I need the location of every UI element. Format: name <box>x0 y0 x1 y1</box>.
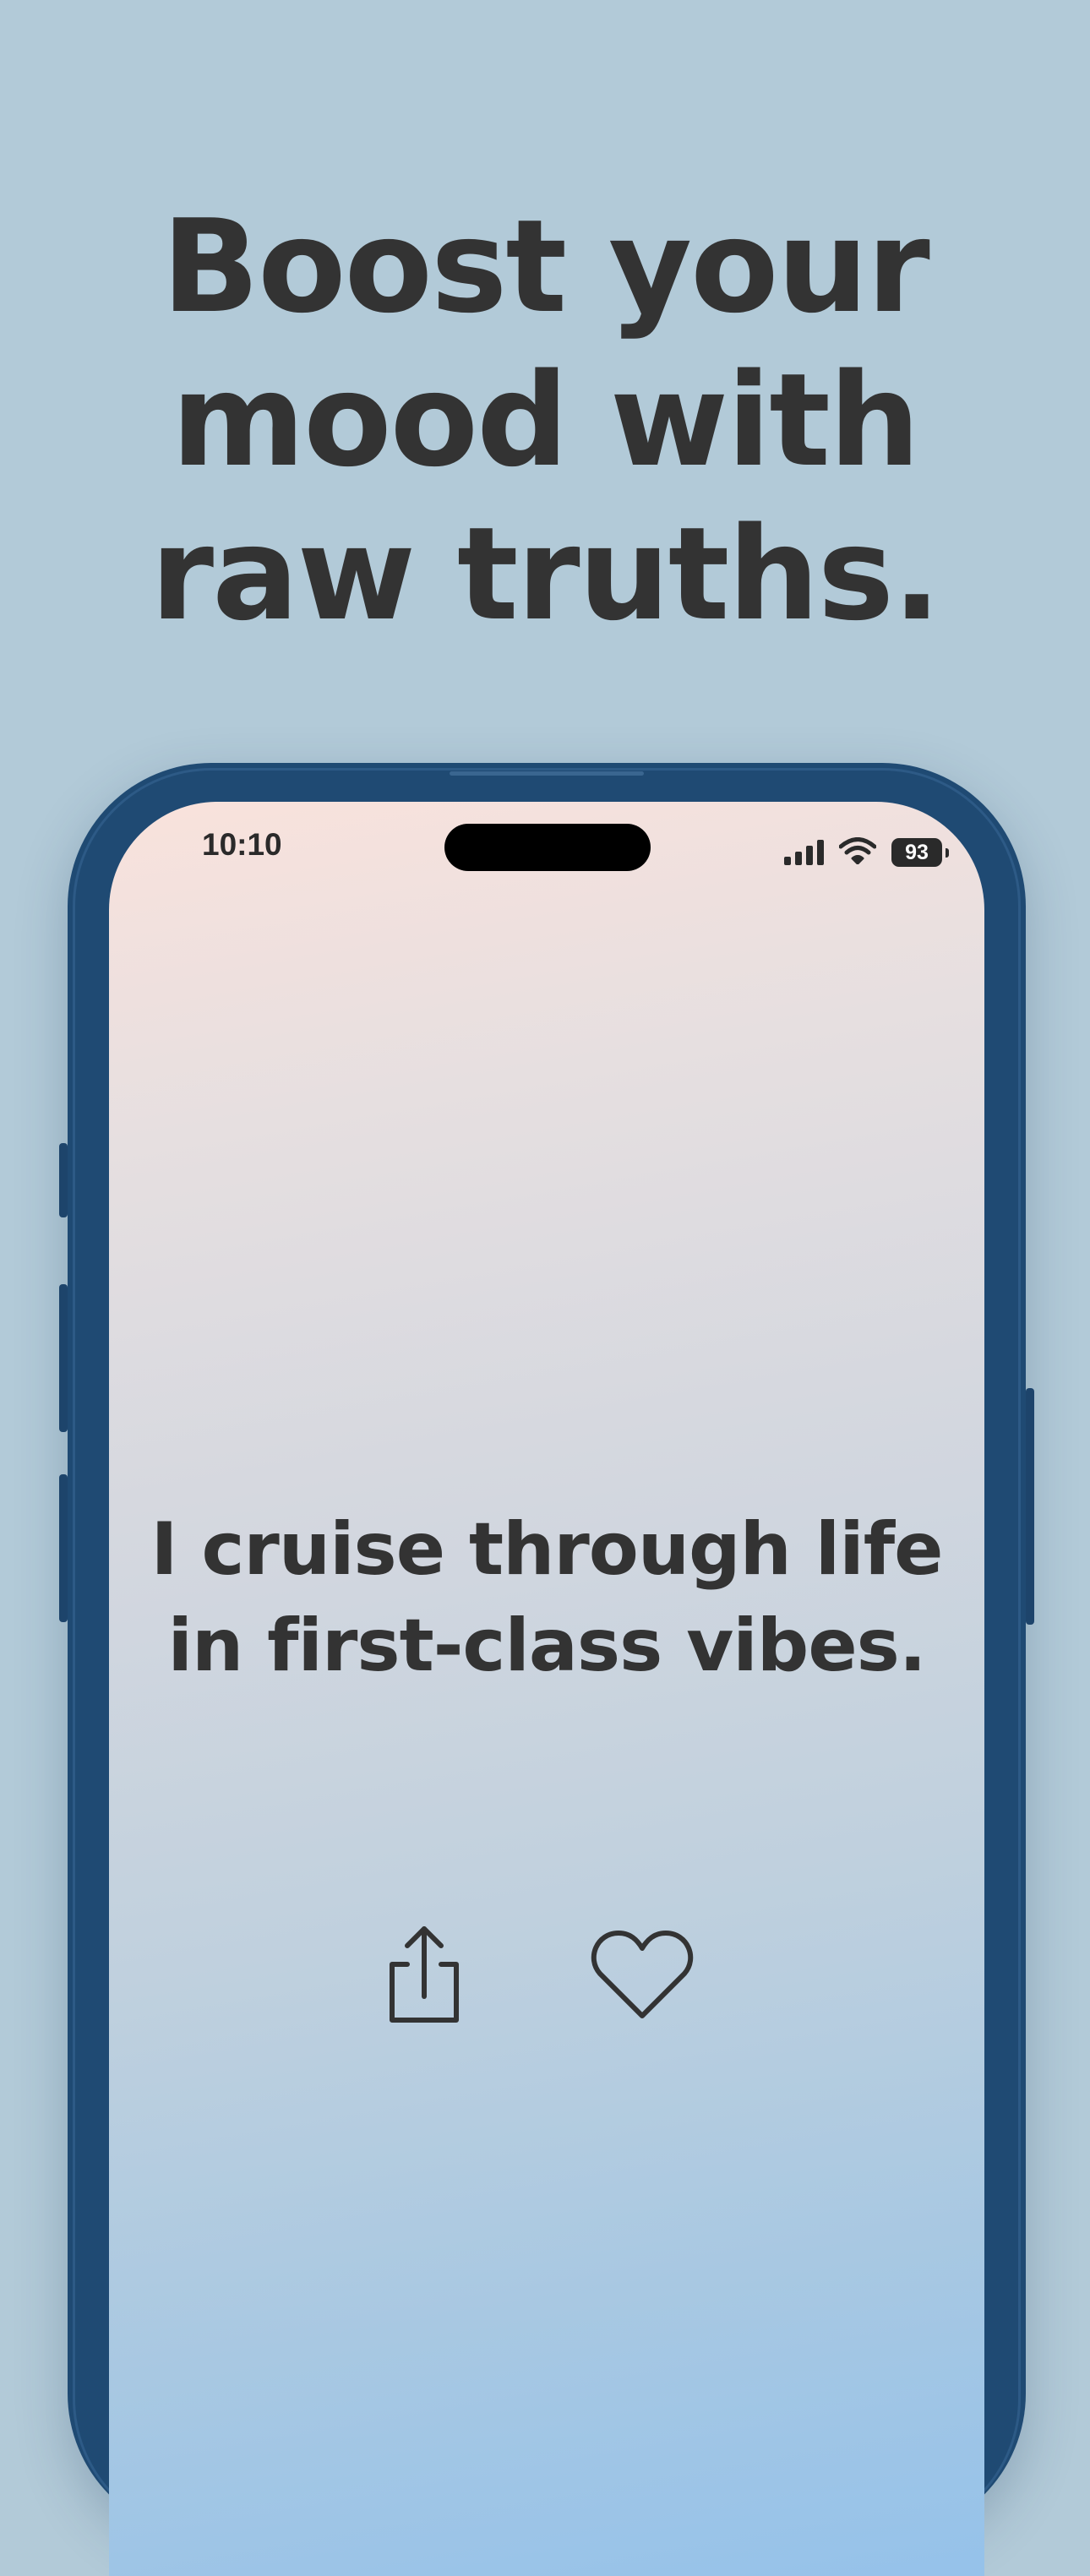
earpiece-speaker <box>450 771 644 776</box>
heart-icon <box>590 1928 695 2024</box>
volume-up-button <box>59 1284 68 1432</box>
phone-frame: 10:10 93 I cruise through life in first-… <box>59 763 1034 2576</box>
status-icons: 93 <box>784 837 949 868</box>
battery-icon: 93 <box>891 838 949 867</box>
headline-line-3: raw truths. <box>150 499 941 649</box>
headline-line-2: mood with <box>171 346 920 495</box>
cellular-signal-icon <box>784 840 824 865</box>
share-button[interactable] <box>369 1921 479 2031</box>
dynamic-island <box>444 824 651 871</box>
headline-line-1: Boost your <box>161 192 929 341</box>
volume-down-button <box>59 1474 68 1622</box>
quote-line-2: in first-class vibes. <box>167 1604 926 1688</box>
wifi-icon <box>838 837 877 868</box>
power-button <box>1026 1388 1034 1625</box>
status-time: 10:10 <box>202 827 282 862</box>
quote-line-1: I cruise through life <box>150 1507 944 1592</box>
favorite-button[interactable] <box>587 1921 697 2031</box>
affirmation-quote: I cruise through life in first-class vib… <box>109 1501 984 1694</box>
share-icon <box>382 1924 466 2029</box>
marketing-headline: Boost your mood with raw truths. <box>0 190 1090 651</box>
battery-cap <box>946 848 949 858</box>
action-button <box>59 1143 68 1217</box>
phone-screen: 10:10 93 I cruise through life in first-… <box>109 802 984 2576</box>
battery-level: 93 <box>905 841 929 864</box>
